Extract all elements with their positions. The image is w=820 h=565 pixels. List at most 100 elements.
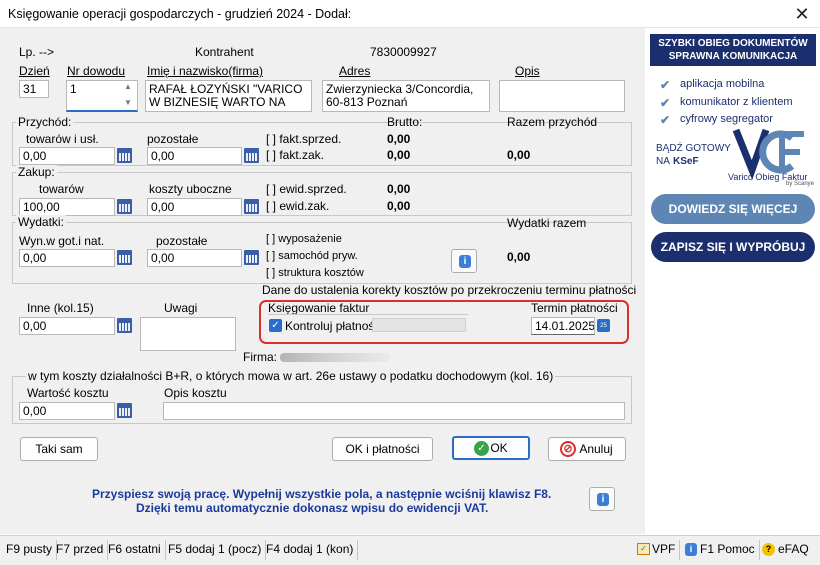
status-f1[interactable]: i F1 Pomoc xyxy=(682,540,760,560)
ewid-sprzed-value: 0,00 xyxy=(387,182,411,196)
fakt-sprzed-value: 0,00 xyxy=(387,132,411,146)
taki-sam-button[interactable]: Taki sam xyxy=(20,437,98,461)
wartosc-input[interactable]: 0,00 xyxy=(19,402,115,420)
fakt-zak-checkbox[interactable]: [ ] fakt.zak. xyxy=(266,148,324,162)
vpf-label: VPF xyxy=(652,542,676,556)
przychod-pozostale-input[interactable]: 0,00 xyxy=(147,147,242,165)
opis-input[interactable] xyxy=(499,80,625,112)
zapisz-sie-button[interactable]: ZAPISZ SIĘ I WYPRÓBUJ xyxy=(651,232,815,262)
zakup-label: Zakup: xyxy=(16,165,57,179)
status-f4[interactable]: F4 dodaj 1 (kon) xyxy=(262,540,359,560)
dowiedz-sie-button[interactable]: DOWIEDZ SIĘ WIĘCEJ xyxy=(651,194,815,224)
ksiegowanie-label: Księgowanie faktur xyxy=(268,301,370,315)
ad-item-2: komunikator z klientem xyxy=(680,96,793,108)
fakt-zak-value: 0,00 xyxy=(387,148,411,162)
przychod-towarow-input[interactable]: 0,00 xyxy=(19,147,115,165)
adres-input[interactable]: Zwierzyniecka 3/Concordia, 60-813 Poznań xyxy=(322,80,490,112)
samochod-checkbox[interactable]: [ ] samochód pryw. xyxy=(266,250,358,262)
ok-label: OK xyxy=(490,441,508,455)
wydatki-razem-label: Wydatki razem xyxy=(507,216,587,230)
check-icon: ✔ xyxy=(660,113,671,127)
inne-input[interactable]: 0,00 xyxy=(19,317,115,335)
ewid-zak-checkbox[interactable]: [ ] ewid.zak. xyxy=(266,199,329,213)
status-f5[interactable]: F5 dodaj 1 (pocz) xyxy=(164,540,267,560)
calculator-icon[interactable] xyxy=(244,250,259,265)
ready-ksef: KSeF xyxy=(673,156,699,167)
koszty-uboczne-label: koszty uboczne xyxy=(149,182,232,196)
status-efaq[interactable]: ? eFAQ xyxy=(758,540,813,560)
brutto-label: Brutto: xyxy=(387,115,423,129)
check-icon: ✓ xyxy=(474,441,489,456)
hint-line1: Przyspiesz swoją pracę. Wypełnij wszystk… xyxy=(92,487,552,501)
wydatki-label: Wydatki: xyxy=(16,215,66,229)
divider xyxy=(268,314,468,315)
ready-line1: BĄDŹ GOTOWY xyxy=(656,143,731,154)
ok-button[interactable]: ✓ OK xyxy=(452,436,530,460)
uwagi-input[interactable] xyxy=(140,317,236,351)
struktura-checkbox[interactable]: [ ] struktura kosztów xyxy=(266,267,364,279)
hint-line2: Dzięki temu automatycznie dokonasz wpisu… xyxy=(136,501,489,515)
info-button[interactable]: i xyxy=(451,249,477,273)
firma-label: Firma: xyxy=(243,350,277,364)
wydatki-pozostale-input[interactable]: 0,00 xyxy=(147,249,242,267)
status-f9[interactable]: F9 pusty xyxy=(2,540,58,560)
calculator-icon[interactable] xyxy=(117,148,132,163)
calculator-icon[interactable] xyxy=(117,250,132,265)
status-vpf[interactable]: ✓ VPF xyxy=(634,540,681,560)
vpf-icon: ✓ xyxy=(637,543,650,555)
ready-line2: NA xyxy=(656,156,670,167)
info-icon: i xyxy=(685,543,697,556)
window-title: Księgowanie operacji gospodarczych - gru… xyxy=(8,7,352,21)
koszty-uboczne-input[interactable]: 0,00 xyxy=(147,198,242,216)
anuluj-button[interactable]: ⊘ Anuluj xyxy=(548,437,626,461)
opis-label: Opis xyxy=(515,64,540,78)
check-icon: ✔ xyxy=(660,96,671,110)
ewid-sprzed-checkbox[interactable]: [ ] ewid.sprzed. xyxy=(266,182,347,196)
status-f6[interactable]: F6 ostatni xyxy=(104,540,166,560)
calculator-icon[interactable] xyxy=(117,318,132,333)
dzien-label: Dzień xyxy=(19,64,50,78)
kontrahent-label: Kontrahent xyxy=(195,45,254,59)
calculator-icon[interactable] xyxy=(117,403,132,418)
scroll-up-icon[interactable]: ▲ xyxy=(124,82,132,91)
scroll-down-icon[interactable]: ▼ xyxy=(124,98,132,107)
opis-kosztu-input[interactable] xyxy=(163,402,625,420)
przychod-pozostale-label: pozostałe xyxy=(147,132,199,146)
close-icon[interactable]: ✕ xyxy=(788,2,816,26)
calendar-icon[interactable]: 25 xyxy=(597,319,610,332)
kontroluj-checkbox[interactable]: ✓ xyxy=(269,319,282,332)
ewid-zak-value: 0,00 xyxy=(387,199,411,213)
wyn-input[interactable]: 0,00 xyxy=(19,249,115,267)
ad-banner-line2: SPRAWNA KOMUNIKACJA xyxy=(668,51,798,62)
f1-label: F1 Pomoc xyxy=(700,542,755,556)
kontroluj-field xyxy=(372,318,466,332)
zakup-towarow-input[interactable]: 100,00 xyxy=(19,198,115,216)
fakt-sprzed-checkbox[interactable]: [ ] fakt.sprzed. xyxy=(266,132,341,146)
przychod-towarow-label: towarów i usł. xyxy=(26,132,99,146)
wyn-label: Wyn.w got.i nat. xyxy=(19,234,105,248)
ad-banner: SZYBKI OBIEG DOKUMENTÓW SPRAWNA KOMUNIKA… xyxy=(650,34,816,66)
korekta-heading: Dane do ustalenia korekty kosztów po prz… xyxy=(262,283,637,297)
dzien-input[interactable]: 31 xyxy=(19,80,49,98)
calculator-icon[interactable] xyxy=(244,148,259,163)
info-icon: i xyxy=(597,493,609,506)
uwagi-label: Uwagi xyxy=(164,301,198,315)
hint-info-button[interactable]: i xyxy=(589,487,615,511)
status-f7[interactable]: F7 przed xyxy=(52,540,109,560)
firma-value-blurred xyxy=(280,353,390,362)
razem-przychod-value: 0,00 xyxy=(507,148,531,162)
wyposazenie-checkbox[interactable]: [ ] wyposażenie xyxy=(266,233,342,245)
imie-input[interactable]: RAFAŁ ŁOZYŃSKI "VARICO W BIZNESIĘ WARTO … xyxy=(145,80,312,112)
termin-input[interactable]: 14.01.2025 xyxy=(531,317,595,335)
wydatki-razem-value: 0,00 xyxy=(507,250,531,264)
cancel-icon: ⊘ xyxy=(560,441,576,457)
wartosc-label: Wartość kosztu xyxy=(27,386,109,400)
adres-line2: 60-813 Poznań xyxy=(326,95,408,109)
help-icon: ? xyxy=(762,543,775,556)
termin-label: Termin płatności xyxy=(531,301,618,315)
calculator-icon[interactable] xyxy=(244,199,259,214)
nr-dowodu-label: Nr dowodu xyxy=(67,64,126,78)
info-icon: i xyxy=(459,255,471,268)
calculator-icon[interactable] xyxy=(117,199,132,214)
ok-platnosci-button[interactable]: OK i płatności xyxy=(332,437,433,461)
